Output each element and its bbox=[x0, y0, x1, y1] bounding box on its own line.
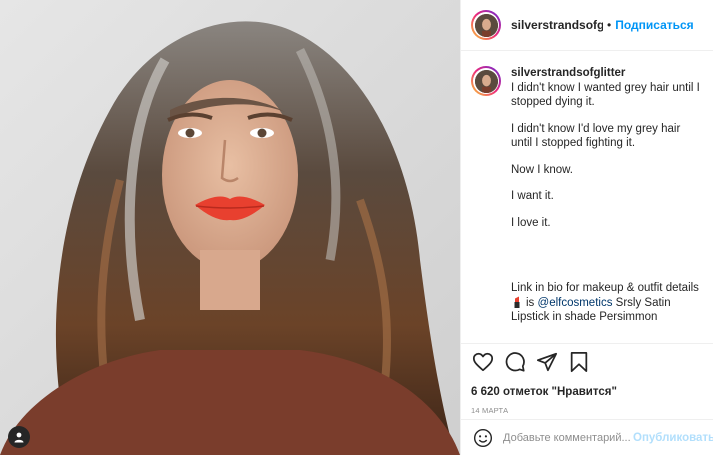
save-icon bbox=[568, 351, 590, 378]
comment-icon bbox=[504, 351, 526, 378]
caption-link-line: Link in bio for makeup & outfit details bbox=[511, 282, 699, 294]
caption-product-prefix: is bbox=[526, 296, 535, 309]
caption-text: silverstrandsofglitter I didn't know I w… bbox=[511, 66, 703, 342]
share-button[interactable] bbox=[535, 352, 559, 376]
caption-product-line: is @elfcosmetics Srsly Satin Lipstick in… bbox=[511, 296, 703, 325]
like-button[interactable] bbox=[471, 352, 495, 376]
post-sidebar: silverstrandsofglitter • Подписаться sil… bbox=[460, 0, 713, 455]
avatar[interactable] bbox=[471, 10, 501, 40]
likes-count[interactable]: 6 620 отметок "Нравится" bbox=[471, 386, 703, 398]
lipstick-emoji-icon bbox=[511, 296, 523, 308]
emoji-button[interactable] bbox=[473, 428, 493, 448]
comment-button[interactable] bbox=[503, 351, 527, 378]
portrait-image bbox=[0, 0, 460, 455]
post-date[interactable]: 14 марта bbox=[471, 406, 703, 415]
separator-dot: • bbox=[607, 18, 612, 32]
caption-paragraph: I didn't know I'd love my grey hair unti… bbox=[511, 122, 681, 150]
follow-button[interactable]: Подписаться bbox=[615, 18, 693, 32]
publish-button[interactable]: Опубликовать bbox=[633, 432, 713, 444]
user-tag-button[interactable] bbox=[8, 426, 30, 448]
save-button[interactable] bbox=[567, 351, 591, 378]
post-photo[interactable] bbox=[0, 0, 460, 455]
caption-paragraph: I want it. bbox=[511, 190, 554, 202]
caption-avatar[interactable] bbox=[471, 66, 501, 96]
emoji-icon bbox=[473, 428, 493, 452]
heart-icon bbox=[472, 351, 494, 378]
mention-link[interactable]: @elfcosmetics bbox=[538, 297, 613, 309]
caption-paragraph: Now I know. bbox=[511, 163, 573, 176]
user-tag-icon bbox=[13, 431, 25, 443]
caption-username[interactable]: silverstrandsofglitter bbox=[511, 66, 703, 81]
caption-section: silverstrandsofglitter I didn't know I w… bbox=[461, 52, 713, 342]
header-username[interactable]: silverstrandsofglitter bbox=[511, 18, 603, 32]
comment-form: Опубликовать bbox=[461, 419, 713, 455]
action-bar: 6 620 отметок "Нравится" 14 марта bbox=[461, 343, 713, 415]
caption-paragraph: I didn't know I wanted grey hair until I… bbox=[511, 81, 700, 109]
caption-paragraph: I love it. bbox=[511, 216, 551, 229]
post-header: silverstrandsofglitter • Подписаться bbox=[461, 0, 713, 51]
share-icon bbox=[536, 351, 558, 378]
comment-input[interactable] bbox=[503, 431, 633, 444]
